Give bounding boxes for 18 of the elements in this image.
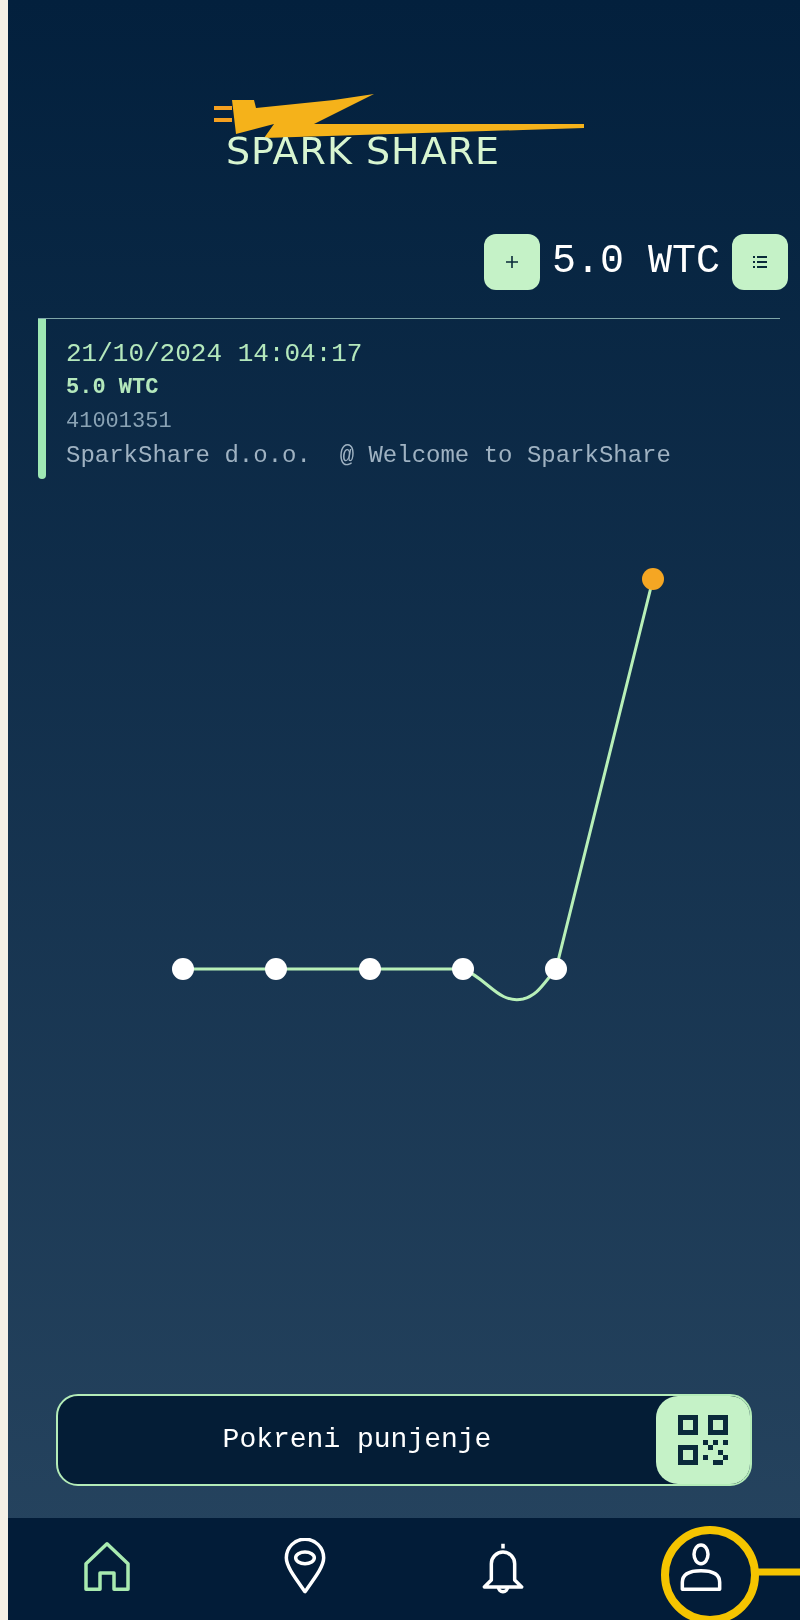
balance-amount: 5.0 WTC <box>551 242 720 282</box>
plus-icon <box>504 255 519 269</box>
chart-point <box>452 958 474 980</box>
chart-point <box>359 958 381 980</box>
chart-point <box>172 958 194 980</box>
transaction-datetime: 21/10/2024 14:04:17 <box>66 338 364 371</box>
logo: SPARK SHARE <box>204 92 604 182</box>
chart-point <box>545 958 567 980</box>
list-button[interactable] <box>732 234 788 290</box>
list-icon <box>752 255 768 269</box>
transaction-code: 41001351 <box>66 408 173 436</box>
start-charging-button[interactable]: Pokreni punjenje <box>56 1394 752 1486</box>
transaction-description: SparkShare d.o.o. @ Welcome to SparkShare <box>66 441 671 471</box>
chart-point <box>642 568 664 590</box>
qr-code-icon <box>678 1415 728 1465</box>
transaction-amount: 5.0 WTC <box>66 374 160 402</box>
add-button[interactable] <box>483 234 540 290</box>
chart-point <box>265 958 287 980</box>
